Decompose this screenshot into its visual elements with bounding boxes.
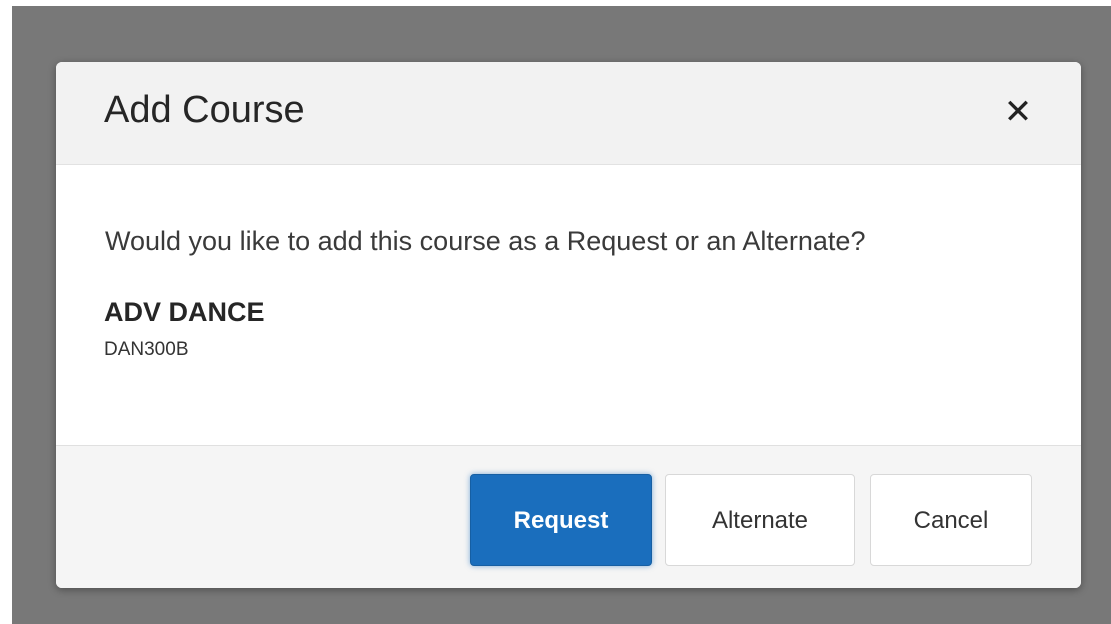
course-name: ADV DANCE xyxy=(104,297,265,327)
dialog-body: Would you like to add this course as a R… xyxy=(56,165,1081,445)
cancel-button[interactable]: Cancel xyxy=(870,474,1032,566)
alternate-button[interactable]: Alternate xyxy=(665,474,855,566)
dialog-title: Add Course xyxy=(104,89,305,131)
dialog-footer: Request Alternate Cancel xyxy=(56,445,1081,588)
dialog-question: Would you like to add this course as a R… xyxy=(105,226,866,256)
close-icon[interactable]: ✕ xyxy=(1003,94,1033,130)
course-code: DAN300B xyxy=(104,339,189,360)
dialog-header: Add Course ✕ xyxy=(56,62,1081,165)
request-button[interactable]: Request xyxy=(470,474,652,566)
add-course-dialog: Add Course ✕ Would you like to add this … xyxy=(56,62,1081,588)
